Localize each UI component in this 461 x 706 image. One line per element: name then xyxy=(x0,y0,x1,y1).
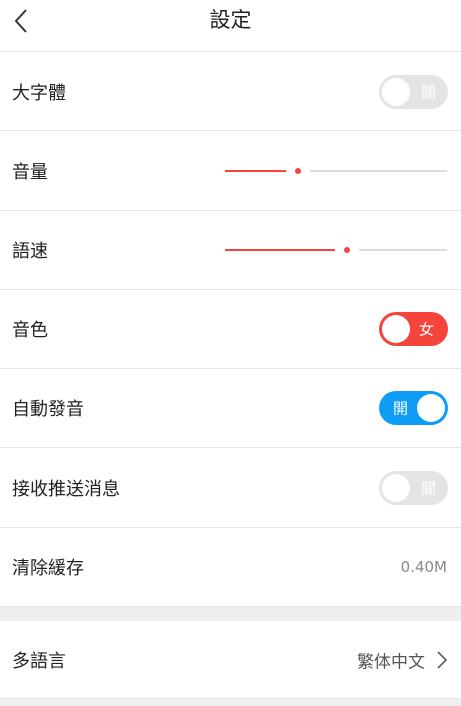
toggle-state-text: 關 xyxy=(420,479,436,497)
volume-label: 音量 xyxy=(12,161,48,183)
setting-row-push: 接收推送消息 關 xyxy=(0,448,461,528)
setting-row-large-font: 大字體 關 xyxy=(0,53,461,131)
clear-cache-label: 清除緩存 xyxy=(12,558,84,579)
toggle-state-text: 關 xyxy=(420,83,436,101)
push-label: 接收推送消息 xyxy=(12,478,120,500)
chevron-right-icon xyxy=(437,650,448,669)
setting-row-voice: 音色 女 xyxy=(0,290,461,369)
top-bar: 設定 xyxy=(0,0,461,52)
toggle-state-text: 開 xyxy=(393,399,409,418)
auto-play-label: 自動發音 xyxy=(12,399,84,420)
push-toggle[interactable]: 關 xyxy=(379,470,448,505)
setting-row-language[interactable]: 多語言 繁体中文 xyxy=(0,621,461,699)
large-font-toggle[interactable]: 關 xyxy=(379,74,448,109)
toggle-knob xyxy=(382,77,410,106)
language-label: 多語言 xyxy=(12,650,66,672)
slider-track xyxy=(310,169,447,172)
volume-slider[interactable] xyxy=(225,161,447,181)
section-divider xyxy=(0,607,461,621)
toggle-knob xyxy=(382,315,410,343)
slider-thumb[interactable] xyxy=(344,247,350,253)
setting-row-clear-cache[interactable]: 清除緩存 0.40M xyxy=(0,528,461,607)
voice-toggle[interactable]: 女 xyxy=(379,312,448,346)
slider-thumb[interactable] xyxy=(295,167,301,174)
setting-row-speed: 語速 xyxy=(0,211,461,290)
toggle-knob xyxy=(382,473,410,502)
language-value: 繁体中文 xyxy=(357,652,425,672)
voice-label: 音色 xyxy=(12,320,48,341)
page-title: 設定 xyxy=(209,8,252,32)
speed-slider[interactable] xyxy=(225,240,447,260)
toggle-state-text: 女 xyxy=(418,320,434,339)
setting-row-auto-play: 自動發音 開 xyxy=(0,369,461,448)
slider-track xyxy=(359,249,447,251)
large-font-label: 大字體 xyxy=(12,82,66,104)
cache-size: 0.40M xyxy=(400,558,447,576)
slider-fill xyxy=(225,169,286,172)
setting-row-volume: 音量 xyxy=(0,131,461,211)
slider-fill xyxy=(225,249,335,251)
auto-play-toggle[interactable]: 開 xyxy=(379,391,448,425)
bottom-spacer xyxy=(0,699,461,706)
toggle-knob xyxy=(417,394,445,422)
speed-label: 語速 xyxy=(12,241,48,262)
